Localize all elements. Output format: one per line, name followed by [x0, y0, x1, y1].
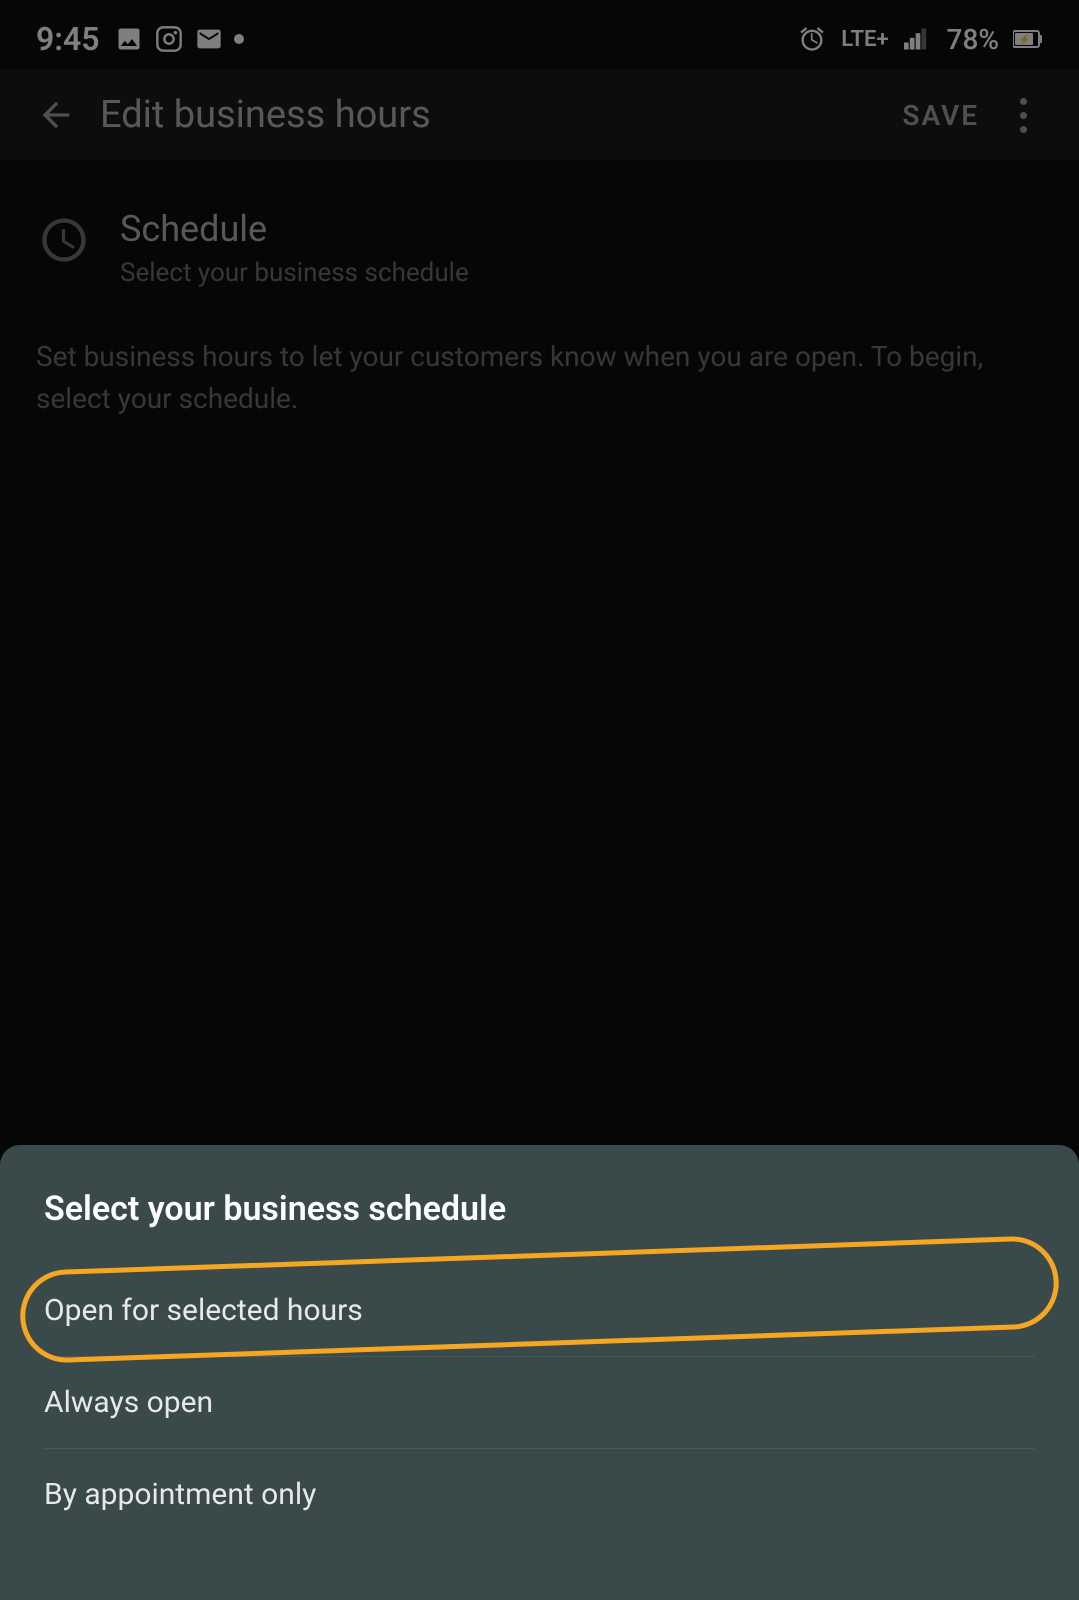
schedule-option-appointment[interactable]: By appointment only: [44, 1449, 1035, 1540]
bottom-sheet: Select your business schedule Open for s…: [0, 1145, 1079, 1600]
sheet-title: Select your business schedule: [44, 1189, 1035, 1229]
schedule-option-label: Open for selected hours: [44, 1293, 363, 1328]
schedule-option-label: By appointment only: [44, 1477, 316, 1512]
schedule-option-selected-hours[interactable]: Open for selected hours: [44, 1265, 1035, 1357]
schedule-option-label: Always open: [44, 1385, 213, 1420]
schedule-option-always-open[interactable]: Always open: [44, 1357, 1035, 1449]
